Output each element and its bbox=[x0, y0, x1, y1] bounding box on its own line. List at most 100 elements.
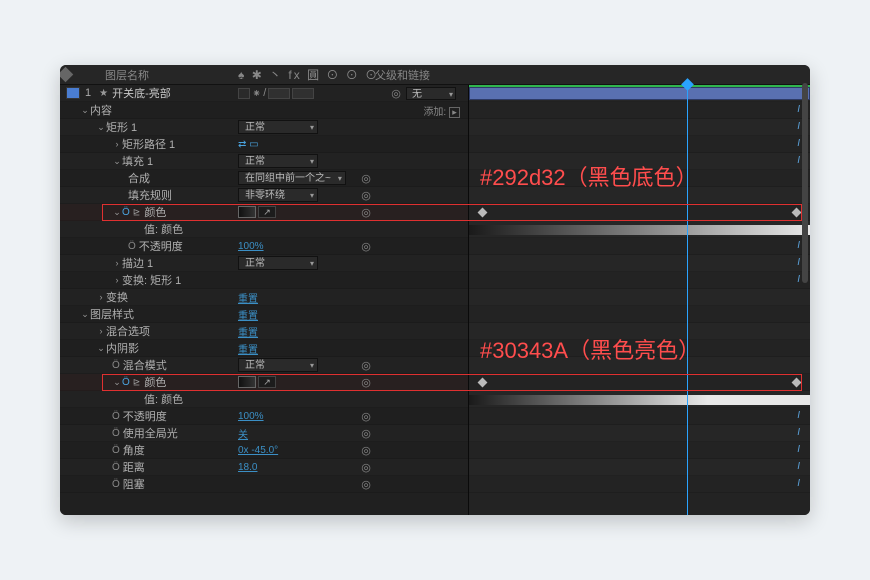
expand-icon[interactable]: ⌄ bbox=[96, 343, 106, 354]
color-swatch[interactable]: ↗ bbox=[238, 376, 276, 388]
stopwatch-icon[interactable]: Ö bbox=[122, 377, 130, 388]
timeline-row bbox=[469, 391, 810, 408]
prop-opacity[interactable]: Ö 不透明度 100% ◎ bbox=[60, 238, 468, 255]
graph-icon[interactable]: ⊵ bbox=[133, 377, 141, 388]
timeline-row: I bbox=[469, 442, 810, 459]
prop-value-color: 值: 颜色 bbox=[60, 221, 468, 238]
expand-icon[interactable]: ⌄ bbox=[96, 122, 106, 133]
parent-dropdown[interactable]: 无 bbox=[406, 87, 456, 100]
prop-angle[interactable]: Ö 角度 0x -45.0° ◎ bbox=[60, 442, 468, 459]
layer-index: 1 bbox=[85, 87, 91, 99]
stopwatch-icon[interactable]: Ö bbox=[128, 241, 136, 252]
timeline-area[interactable]: I I I I I I I I I I I I bbox=[468, 85, 810, 515]
color-swatch[interactable]: ↗ bbox=[238, 206, 276, 218]
dropdown-normal[interactable]: 正常 bbox=[238, 256, 318, 270]
pickwhip-icon[interactable]: ◎ bbox=[360, 461, 372, 473]
graph-icon[interactable]: ⊵ bbox=[133, 207, 141, 218]
stopwatch-icon[interactable]: Ö bbox=[112, 479, 120, 490]
prop-blend-options[interactable]: › 混合选项 重置 bbox=[60, 323, 468, 340]
prop-contents[interactable]: ⌄ 内容 添加: ▸ bbox=[60, 102, 468, 119]
global-light-value[interactable]: 关 bbox=[238, 426, 248, 441]
dropdown-fillrule[interactable]: 非零环绕 bbox=[238, 188, 318, 202]
expand-icon[interactable]: › bbox=[112, 139, 122, 149]
pickwhip-icon[interactable]: ◎ bbox=[390, 87, 402, 99]
expand-icon[interactable]: › bbox=[96, 326, 106, 336]
layer-color-chip[interactable] bbox=[66, 87, 80, 99]
expand-icon[interactable]: ⌄ bbox=[112, 207, 122, 218]
prop-choke[interactable]: Ö 阻塞 ◎ bbox=[60, 476, 468, 493]
stopwatch-icon[interactable]: Ö bbox=[112, 462, 120, 473]
prop-composite[interactable]: 合成 在同组中前一个之~ ◎ bbox=[60, 170, 468, 187]
prop-global-light[interactable]: Ö 使用全局光 关 ◎ bbox=[60, 425, 468, 442]
stopwatch-icon[interactable]: Ö bbox=[112, 411, 120, 422]
prop-color-2[interactable]: ⌄ Ö ⊵ 颜色 ↗ ◎ bbox=[60, 374, 468, 391]
pickwhip-icon[interactable]: ◎ bbox=[360, 359, 372, 371]
reset-link[interactable]: 重置 bbox=[238, 341, 258, 356]
prop-blend-mode[interactable]: Ö 混合模式 正常 ◎ bbox=[60, 357, 468, 374]
opacity-value[interactable]: 100% bbox=[238, 411, 264, 422]
switch-icons[interactable]: ⁕/ bbox=[238, 87, 343, 100]
expand-icon[interactable]: ⌄ bbox=[112, 156, 122, 167]
scrollbar-thumb[interactable] bbox=[802, 83, 808, 283]
expand-icon[interactable]: › bbox=[112, 258, 122, 268]
expand-icon[interactable]: › bbox=[96, 292, 106, 302]
timeline-row: I bbox=[469, 425, 810, 442]
timeline-row bbox=[469, 340, 810, 357]
layer-row[interactable]: 1 ★ 开关底-亮部 ⁕/ ◎ 无 bbox=[60, 85, 468, 102]
timeline-row: I bbox=[469, 153, 810, 170]
pickwhip-icon[interactable]: ◎ bbox=[360, 444, 372, 456]
reset-link[interactable]: 重置 bbox=[238, 324, 258, 339]
opacity-value[interactable]: 100% bbox=[238, 241, 264, 252]
expand-icon[interactable]: ⌄ bbox=[80, 309, 90, 320]
prop-transform[interactable]: › 变换 重置 bbox=[60, 289, 468, 306]
prop-opacity-2[interactable]: Ö 不透明度 100% ◎ bbox=[60, 408, 468, 425]
stopwatch-icon[interactable]: Ö bbox=[112, 360, 120, 371]
prop-fill-rule[interactable]: 填充规则 非零环绕 ◎ bbox=[60, 187, 468, 204]
dropdown-normal[interactable]: 正常 bbox=[238, 120, 318, 134]
layer-name[interactable]: 开关底-亮部 bbox=[112, 85, 171, 101]
expand-icon[interactable]: ⌄ bbox=[112, 377, 122, 388]
expand-icon[interactable]: ⌄ bbox=[80, 105, 90, 116]
timeline-row: I bbox=[469, 459, 810, 476]
dropdown-normal[interactable]: 正常 bbox=[238, 154, 318, 168]
dropdown-composite[interactable]: 在同组中前一个之~ bbox=[238, 171, 346, 185]
reset-link[interactable]: 重置 bbox=[238, 290, 258, 305]
playhead[interactable] bbox=[687, 85, 688, 515]
prop-rect-path[interactable]: › 矩形路径 1 ⇄ ▭ bbox=[60, 136, 468, 153]
prop-value-color-2: 值: 颜色 bbox=[60, 391, 468, 408]
prop-inner-shadow[interactable]: ⌄ 内阴影 重置 bbox=[60, 340, 468, 357]
stopwatch-icon[interactable]: Ö bbox=[122, 207, 130, 218]
timeline-row bbox=[469, 85, 810, 102]
angle-value[interactable]: 0x -45.0° bbox=[238, 445, 278, 456]
prop-transform-rect[interactable]: › 变换: 矩形 1 bbox=[60, 272, 468, 289]
prop-distance[interactable]: Ö 距离 18.0 ◎ bbox=[60, 459, 468, 476]
timeline-row bbox=[469, 170, 810, 187]
timeline-row bbox=[469, 187, 810, 204]
timeline-row: I bbox=[469, 255, 810, 272]
pickwhip-icon[interactable]: ◎ bbox=[360, 478, 372, 490]
prop-fill1[interactable]: ⌄ 填充 1 正常 bbox=[60, 153, 468, 170]
add-button[interactable]: 添加: ▸ bbox=[423, 103, 460, 118]
pickwhip-icon[interactable]: ◎ bbox=[360, 410, 372, 422]
pickwhip-icon[interactable]: ◎ bbox=[360, 240, 372, 252]
prop-color-1[interactable]: ⌄ Ö ⊵ 颜色 ↗ ◎ bbox=[60, 204, 468, 221]
stopwatch-icon[interactable]: Ö bbox=[112, 445, 120, 456]
expand-icon[interactable]: › bbox=[112, 275, 122, 285]
path-icons[interactable]: ⇄ ▭ bbox=[238, 139, 259, 150]
pickwhip-icon[interactable]: ◎ bbox=[360, 189, 372, 201]
prop-layer-styles[interactable]: ⌄ 图层样式 重置 bbox=[60, 306, 468, 323]
pickwhip-icon[interactable]: ◎ bbox=[360, 376, 372, 388]
parent-link[interactable]: ◎ 无 bbox=[390, 87, 456, 100]
reset-link[interactable]: 重置 bbox=[238, 307, 258, 322]
dropdown-normal[interactable]: 正常 bbox=[238, 358, 318, 372]
stopwatch-icon[interactable]: Ö bbox=[112, 428, 120, 439]
pickwhip-icon[interactable]: ◎ bbox=[360, 206, 372, 218]
pickwhip-icon[interactable]: ◎ bbox=[360, 427, 372, 439]
column-parent: 父级和链接 bbox=[375, 67, 430, 83]
timeline-row bbox=[469, 357, 810, 374]
prop-rect1[interactable]: ⌄ 矩形 1 正常 bbox=[60, 119, 468, 136]
pickwhip-icon[interactable]: ◎ bbox=[360, 172, 372, 184]
distance-value[interactable]: 18.0 bbox=[238, 462, 257, 473]
prop-stroke1[interactable]: › 描边 1 正常 bbox=[60, 255, 468, 272]
timeline-row: I bbox=[469, 102, 810, 119]
